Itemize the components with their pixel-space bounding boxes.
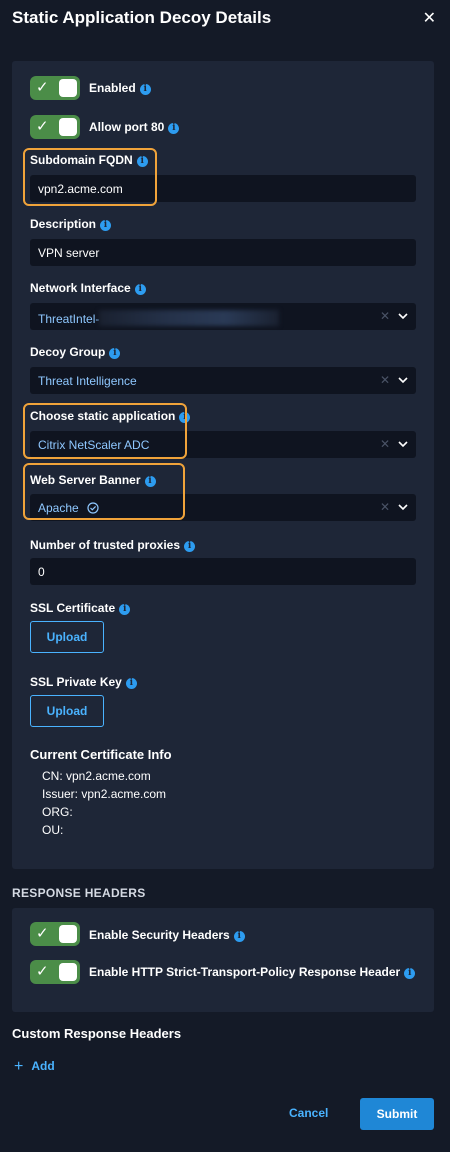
trusted-proxies-label: Number of trusted proxies <box>30 538 181 552</box>
network-interface-label: Network Interface <box>30 281 131 295</box>
check-icon: ✓ <box>36 118 49 135</box>
response-headers-title: RESPONSE HEADERS <box>12 886 146 900</box>
certificate-org: ORG: <box>42 805 73 819</box>
network-interface-value-row: ThreatIntel- <box>38 310 280 326</box>
trusted-proxies-value: 0 <box>38 565 45 579</box>
decoy-group-value: Threat Intelligence <box>38 374 137 388</box>
dialog-title: Static Application Decoy Details <box>12 8 272 27</box>
toggle-knob <box>59 963 77 981</box>
custom-headers-title: Custom Response Headers <box>12 1026 182 1041</box>
ssl-certificate-label-row: SSL Certificate i <box>30 601 131 615</box>
hsts-label-row: Enable HTTP Strict-Transport-Policy Resp… <box>89 965 416 979</box>
chevron-down-icon[interactable] <box>398 439 408 449</box>
certificate-cn: CN: vpn2.acme.com <box>42 769 151 783</box>
security-headers-label: Enable Security Headers <box>89 928 230 942</box>
description-input[interactable]: VPN server <box>30 239 416 266</box>
security-headers-toggle[interactable]: ✓ <box>30 922 80 946</box>
check-icon: ✓ <box>36 963 49 980</box>
chevron-down-icon[interactable] <box>398 502 408 512</box>
certificate-issuer: Issuer: vpn2.acme.com <box>42 787 167 801</box>
enabled-label-row: Enabled i <box>89 81 151 95</box>
enabled-toggle[interactable]: ✓ <box>30 76 80 100</box>
allow-port-80-label: Allow port 80 <box>89 120 165 134</box>
info-icon[interactable]: i <box>125 678 137 689</box>
info-icon[interactable]: i <box>404 968 416 979</box>
add-header-button[interactable]: + Add <box>14 1058 55 1076</box>
check-icon: ✓ <box>36 79 49 96</box>
enabled-label: Enabled <box>89 81 136 95</box>
chevron-down-icon[interactable] <box>398 311 408 321</box>
ssl-private-key-label-row: SSL Private Key i <box>30 675 137 689</box>
info-icon[interactable]: i <box>184 541 196 552</box>
toggle-knob <box>59 79 77 97</box>
info-icon[interactable]: i <box>109 348 121 359</box>
decoy-group-label: Decoy Group <box>30 345 106 359</box>
close-icon[interactable]: ✕ <box>423 8 436 28</box>
network-interface-label-row: Network Interface i <box>30 281 146 295</box>
info-icon[interactable]: i <box>100 220 112 231</box>
description-value: VPN server <box>38 246 100 260</box>
description-label-row: Description i <box>30 217 112 231</box>
ssl-private-key-upload-button[interactable]: Upload <box>30 695 104 727</box>
network-interface-value: ThreatIntel- <box>38 312 100 326</box>
clear-icon[interactable]: ✕ <box>380 309 390 323</box>
certificate-ou: OU: <box>42 823 64 837</box>
info-icon[interactable]: i <box>139 84 151 95</box>
plus-icon: + <box>14 1058 24 1075</box>
add-label: Add <box>31 1059 55 1073</box>
submit-button[interactable]: Submit <box>360 1098 434 1130</box>
allow-port-80-label-row: Allow port 80 i <box>89 120 180 134</box>
info-icon[interactable]: i <box>168 123 180 134</box>
description-label: Description <box>30 217 97 231</box>
trusted-proxies-label-row: Number of trusted proxies i <box>30 538 196 552</box>
decoy-group-select[interactable]: Threat Intelligence ✕ <box>30 367 416 394</box>
web-server-banner-highlight <box>23 463 185 520</box>
allow-port-80-toggle[interactable]: ✓ <box>30 115 80 139</box>
subdomain-highlight <box>23 148 157 206</box>
response-headers-panel: ✓ Enable Security Headers i ✓ Enable HTTP… <box>12 908 434 1012</box>
toggle-knob <box>59 118 77 136</box>
clear-icon[interactable]: ✕ <box>380 437 390 451</box>
info-icon[interactable]: i <box>134 284 146 295</box>
static-application-highlight <box>23 403 187 459</box>
hsts-toggle[interactable]: ✓ <box>30 960 80 984</box>
info-icon[interactable]: i <box>233 931 245 942</box>
info-icon[interactable]: i <box>119 604 131 615</box>
hsts-label: Enable HTTP Strict-Transport-Policy Resp… <box>89 965 401 979</box>
clear-icon[interactable]: ✕ <box>380 373 390 387</box>
network-interface-select[interactable]: ThreatIntel- ✕ <box>30 303 416 330</box>
ssl-private-key-label: SSL Private Key <box>30 675 122 689</box>
check-icon: ✓ <box>36 925 49 942</box>
chevron-down-icon[interactable] <box>398 375 408 385</box>
redacted-area <box>99 310 280 326</box>
ssl-certificate-label: SSL Certificate <box>30 601 116 615</box>
security-headers-label-row: Enable Security Headers i <box>89 928 245 942</box>
decoy-group-label-row: Decoy Group i <box>30 345 121 359</box>
ssl-certificate-upload-button[interactable]: Upload <box>30 621 104 653</box>
trusted-proxies-input[interactable]: 0 <box>30 558 416 585</box>
certificate-info-title: Current Certificate Info <box>30 747 172 762</box>
cancel-button[interactable]: Cancel <box>289 1106 328 1120</box>
clear-icon[interactable]: ✕ <box>380 500 390 514</box>
toggle-knob <box>59 925 77 943</box>
